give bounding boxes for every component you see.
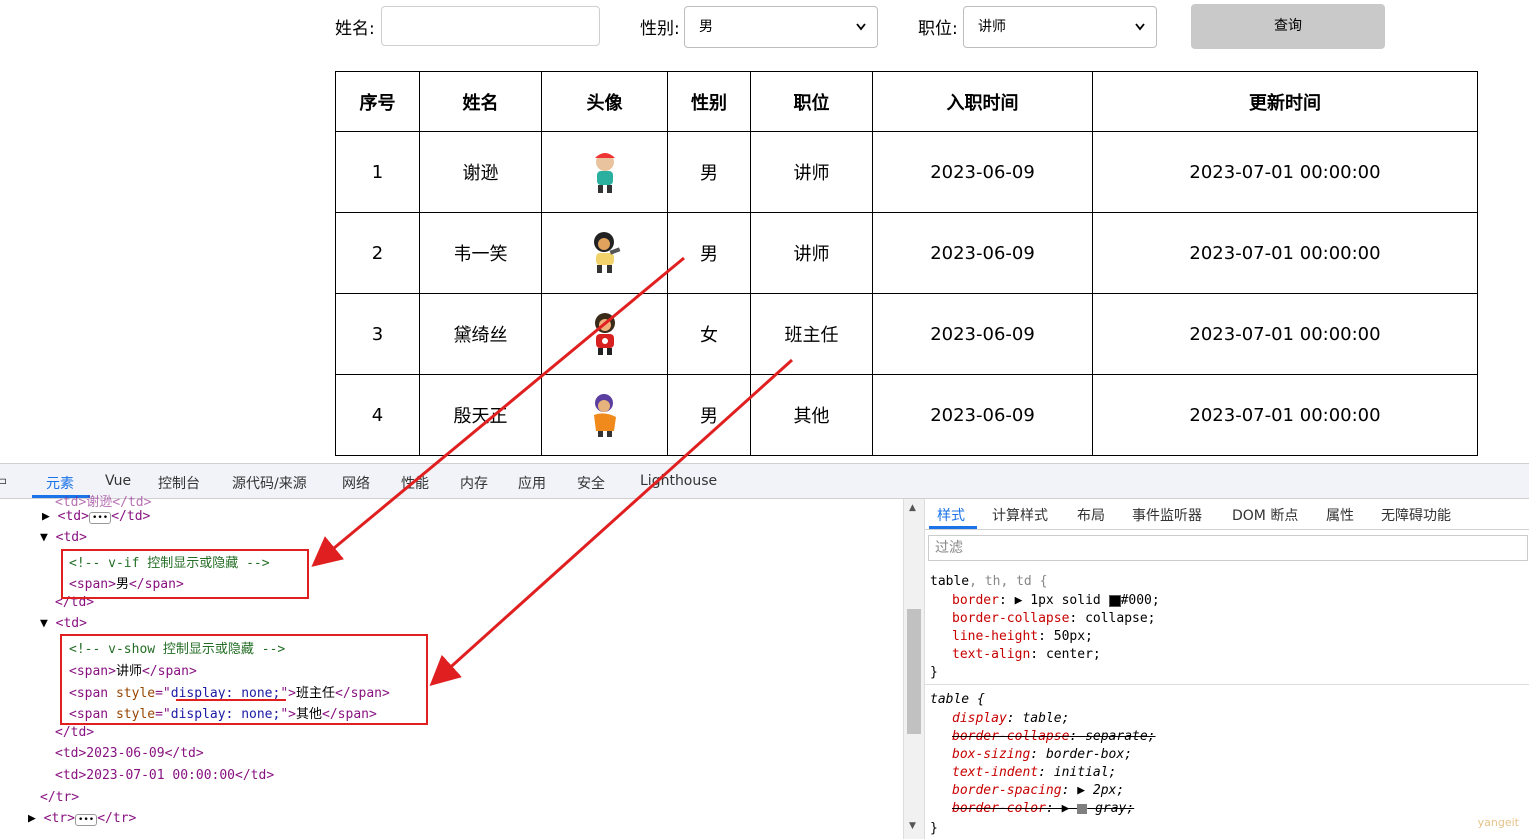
annotation-arrows — [311, 256, 794, 687]
arrow-gender-to-vif — [311, 256, 685, 567]
arrow-job-to-vshow — [429, 358, 794, 687]
